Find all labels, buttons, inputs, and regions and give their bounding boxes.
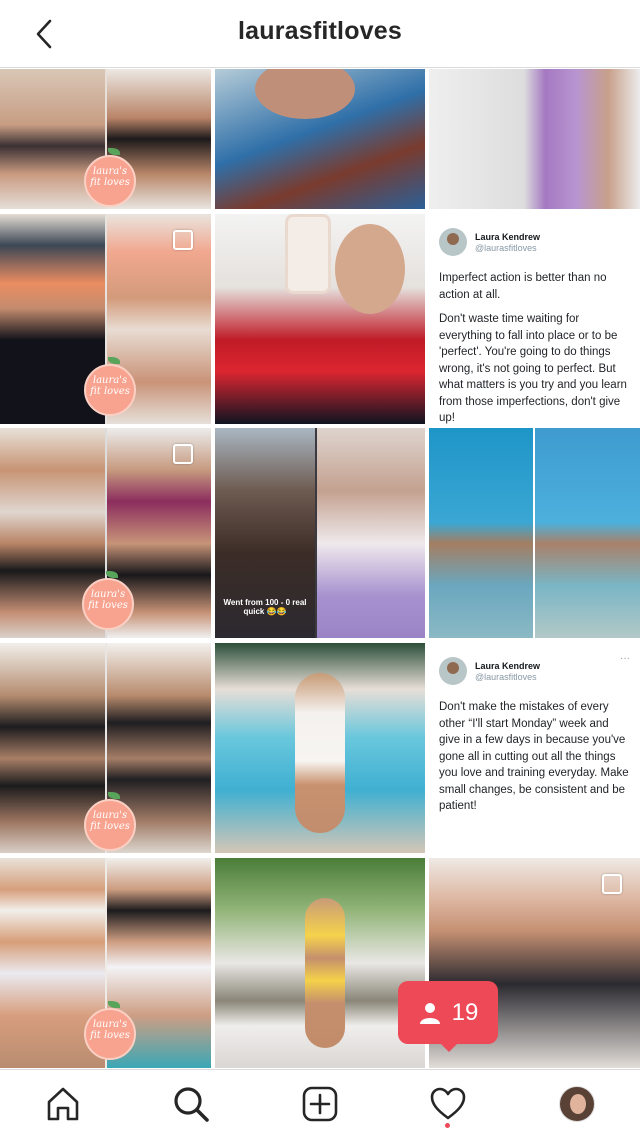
brand-logo: laura's fit loves: [84, 357, 136, 416]
top-header: laurasfitloves: [0, 0, 640, 68]
tweet-author-handle: @laurasfitloves: [475, 242, 537, 253]
photo-beach: [429, 428, 533, 638]
multiple-photos-icon: [173, 444, 193, 464]
bottom-navigation: [0, 1069, 640, 1138]
person-icon: [419, 1002, 440, 1024]
face-photo: [335, 224, 405, 314]
multiple-photos-icon: [602, 874, 622, 894]
brand-logo: laura's fit loves: [82, 571, 134, 630]
tweet-header: Laura Kendrew @laurasfitloves: [439, 228, 630, 256]
tweet-author-name: Laura Kendrew: [475, 231, 541, 242]
brand-logo: laura's fit loves: [84, 1001, 136, 1060]
photo-beach: [535, 428, 640, 638]
grid-post[interactable]: Went from 100 - 0 real quick 😂😂: [215, 428, 425, 638]
tweet-text: Don't make the mistakes of every other “…: [439, 699, 630, 815]
grid-post[interactable]: [215, 643, 425, 853]
post-grid: laura's fit loves laura's fit loves Laur…: [0, 69, 640, 1068]
tweet-author-name: Laura Kendrew: [475, 660, 541, 671]
grid-post[interactable]: [215, 858, 425, 1068]
grid-post[interactable]: [429, 69, 640, 209]
nav-activity[interactable]: [428, 1082, 468, 1128]
person-photo: [305, 898, 345, 1048]
notification-badge[interactable]: 19: [398, 981, 498, 1052]
story-caption: Went from 100 - 0 real quick 😂😂: [223, 598, 307, 616]
grid-post[interactable]: [215, 214, 425, 424]
tweet-paragraph: Don't waste time waiting for everything …: [439, 313, 627, 424]
tweet-author-handle: @laurasfitloves: [475, 671, 537, 682]
page-title: laurasfitloves: [238, 17, 402, 45]
photo-selfie: [317, 428, 425, 638]
tweet-avatar: [439, 657, 467, 685]
add-post-icon: [302, 1086, 338, 1122]
phone-photo: [285, 214, 331, 294]
nav-home[interactable]: [43, 1082, 83, 1126]
tweet-post[interactable]: ··· Laura Kendrew @laurasfitloves Don't …: [429, 643, 640, 853]
nav-new-post[interactable]: [300, 1082, 340, 1126]
brand-logo: laura's fit loves: [84, 148, 136, 207]
grid-post[interactable]: laura's fit loves: [0, 428, 211, 638]
grid-post[interactable]: laura's fit loves: [0, 643, 211, 853]
profile-avatar: [559, 1086, 595, 1122]
activity-heart-icon: [430, 1087, 466, 1120]
nav-search[interactable]: [171, 1082, 211, 1126]
tweet-header: Laura Kendrew @laurasfitloves: [439, 657, 630, 685]
tweet-avatar: [439, 228, 467, 256]
notification-count: 19: [451, 998, 479, 1026]
more-options-icon: ···: [620, 653, 630, 664]
grid-post[interactable]: laura's fit loves: [0, 858, 211, 1068]
tweet-post[interactable]: Laura Kendrew @laurasfitloves Imperfect …: [429, 214, 640, 424]
nav-profile[interactable]: [557, 1082, 597, 1126]
face-photo: [255, 69, 355, 119]
grid-post[interactable]: laura's fit loves: [0, 214, 211, 424]
tweet-paragraph: Imperfect action is better than no actio…: [439, 272, 607, 301]
activity-indicator-dot: [445, 1123, 450, 1128]
multiple-photos-icon: [173, 230, 193, 250]
home-icon: [47, 1087, 79, 1121]
grid-post[interactable]: [215, 69, 425, 209]
tweet-text: Imperfect action is better than no actio…: [439, 270, 630, 424]
search-icon: [174, 1087, 209, 1122]
grid-post[interactable]: laura's fit loves: [0, 69, 211, 209]
grid-post[interactable]: [429, 428, 640, 638]
person-photo: [295, 673, 345, 833]
tweet-paragraph: Don't make the mistakes of every other “…: [439, 701, 629, 812]
brand-logo: laura's fit loves: [84, 792, 136, 851]
